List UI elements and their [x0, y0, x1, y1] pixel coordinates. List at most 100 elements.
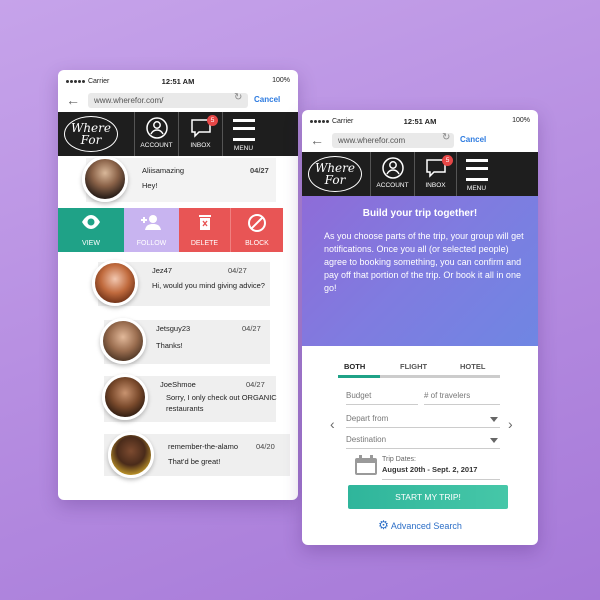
depart-from-value: Depart from: [346, 414, 389, 423]
wherefor-logo[interactable]: Where For: [308, 156, 362, 192]
cancel-button[interactable]: Cancel: [254, 95, 280, 104]
calendar-icon[interactable]: [354, 454, 378, 476]
account-icon: [381, 157, 404, 179]
delete-label: DELETE: [190, 240, 219, 247]
trash-icon: [199, 215, 211, 230]
sender-name: remember-the-alamo: [168, 442, 239, 451]
trip-phone-screen: Carrier 12:51 AM 100% ← www.wherefor.com…: [302, 110, 538, 545]
block-button[interactable]: BLOCK: [231, 208, 283, 252]
battery-label: 100%: [272, 77, 290, 84]
inbox-label: INBOX: [425, 182, 446, 189]
hamburger-menu-icon: [232, 119, 255, 141]
tab-both[interactable]: BOTH: [344, 362, 365, 371]
clock: 12:51 AM: [403, 117, 437, 126]
sender-name: JoeShmoe: [160, 380, 196, 389]
chevron-down-icon: [490, 438, 498, 443]
reload-icon[interactable]: ↻: [442, 132, 450, 143]
delete-button[interactable]: DELETE: [179, 208, 231, 252]
avatar: [82, 156, 128, 202]
message-item[interactable]: Jez47 04/27 Hi, would you mind giving ad…: [92, 260, 270, 306]
avatar: [100, 318, 146, 364]
advanced-search-label: Advanced Search: [390, 521, 462, 531]
hamburger-menu-icon: [465, 159, 488, 181]
inbox-phone-screen: Carrier 12:51 AM 100% ← www.wherefor.com…: [58, 70, 298, 500]
menu-nav-button[interactable]: MENU: [222, 112, 264, 156]
message-item[interactable]: Aliisamazing 04/27 Hey!: [82, 156, 276, 202]
account-icon: [145, 117, 168, 139]
trip-dates-field[interactable]: Trip Dates: August 20th - Sept. 2, 2017: [382, 456, 500, 480]
inbox-badge: 5: [207, 115, 218, 126]
destination-value: Destination: [346, 435, 387, 444]
menu-label: MENU: [233, 145, 254, 152]
reload-icon[interactable]: ↻: [234, 92, 242, 103]
inbox-nav-button[interactable]: 5 INBOX: [178, 112, 222, 156]
message-preview: Hey!: [142, 181, 158, 190]
swipe-actions: VIEW FOLLOW DELETE BLOCK: [58, 208, 298, 252]
message-date: 04/27: [246, 380, 265, 389]
trip-dates-value: August 20th - Sept. 2, 2017: [382, 465, 478, 474]
tab-hotel[interactable]: HOTEL: [460, 362, 485, 371]
message-item[interactable]: remember-the-alamo 04/20 That'd be great…: [104, 432, 290, 478]
menu-nav-button[interactable]: MENU: [456, 152, 496, 196]
wherefor-logo[interactable]: Where For: [64, 116, 118, 152]
clock: 12:51 AM: [161, 77, 195, 86]
top-nav: Where For ACCOUNT 5 INBOX MENU: [302, 152, 538, 196]
block-label: BLOCK: [245, 240, 269, 247]
start-trip-button[interactable]: START MY TRIP!: [348, 485, 508, 509]
url-field[interactable]: www.wherefor.com: [332, 133, 454, 148]
chevron-right-icon[interactable]: ›: [508, 416, 513, 432]
chevron-down-icon: [490, 417, 498, 422]
budget-field[interactable]: Budget: [346, 391, 418, 405]
eye-icon: [82, 215, 100, 229]
message-date: 04/27: [228, 266, 247, 275]
message-preview: Thanks!: [156, 341, 183, 350]
message-date: 04/27: [250, 166, 269, 175]
follow-label: FOLLOW: [136, 240, 167, 247]
message-date: 04/27: [242, 324, 261, 333]
inbox-nav-button[interactable]: 5 INBOX: [414, 152, 456, 196]
top-nav: Where For ACCOUNT 5 INBOX MENU: [58, 112, 298, 156]
account-nav-button[interactable]: ACCOUNT: [370, 152, 414, 196]
account-label: ACCOUNT: [376, 182, 409, 189]
sender-name: Aliisamazing: [142, 166, 185, 175]
cancel-button[interactable]: Cancel: [460, 135, 486, 144]
account-label: ACCOUNT: [140, 142, 173, 149]
url-field[interactable]: www.wherefor.com/: [88, 93, 248, 108]
active-tab-indicator: [338, 375, 380, 378]
sender-name: Jez47: [152, 266, 173, 275]
message-item[interactable]: Jetsguy23 04/27 Thanks!: [100, 318, 270, 364]
view-button[interactable]: VIEW: [58, 208, 124, 252]
avatar: [102, 374, 148, 420]
message-preview: Hi, would you mind giving advice?: [152, 281, 265, 290]
tab-indicator-track: [338, 375, 500, 378]
chevron-left-icon[interactable]: ‹: [330, 416, 335, 432]
back-arrow-icon[interactable]: ←: [310, 132, 324, 148]
view-label: VIEW: [82, 240, 100, 247]
account-nav-button[interactable]: ACCOUNT: [134, 112, 178, 156]
block-icon: [248, 214, 266, 232]
advanced-search-link[interactable]: ⚙ Advanced Search: [302, 518, 538, 532]
add-user-icon: [141, 215, 161, 230]
tab-flight[interactable]: FLIGHT: [400, 362, 427, 371]
back-arrow-icon[interactable]: ←: [66, 92, 80, 108]
browser-url-bar: ← www.wherefor.com/ ↻ Cancel: [58, 90, 298, 112]
status-bar: Carrier 12:51 AM 100%: [302, 110, 538, 130]
message-preview: That'd be great!: [168, 457, 221, 466]
depart-from-select[interactable]: Depart from: [346, 414, 500, 428]
hero-title: Build your trip together!: [362, 208, 478, 219]
trip-dates-label: Trip Dates:: [382, 456, 416, 463]
travelers-field[interactable]: # of travelers: [424, 391, 500, 405]
inbox-label: INBOX: [190, 142, 211, 149]
message-item[interactable]: JoeShmoe 04/27 Sorry, I only check out O…: [102, 374, 277, 422]
sender-name: Jetsguy23: [156, 324, 191, 333]
status-bar: Carrier 12:51 AM 100%: [58, 70, 298, 90]
hero-text: As you choose parts of the trip, your gr…: [324, 231, 524, 293]
hero-banner: Build your trip together! As you choose …: [302, 196, 538, 346]
gear-icon: ⚙: [378, 518, 389, 532]
destination-select[interactable]: Destination: [346, 435, 500, 449]
battery-label: 100%: [512, 117, 530, 124]
follow-button[interactable]: FOLLOW: [124, 208, 179, 252]
inbox-badge: 5: [442, 155, 453, 166]
browser-url-bar: ← www.wherefor.com ↻ Cancel: [302, 130, 538, 152]
avatar: [108, 432, 154, 478]
